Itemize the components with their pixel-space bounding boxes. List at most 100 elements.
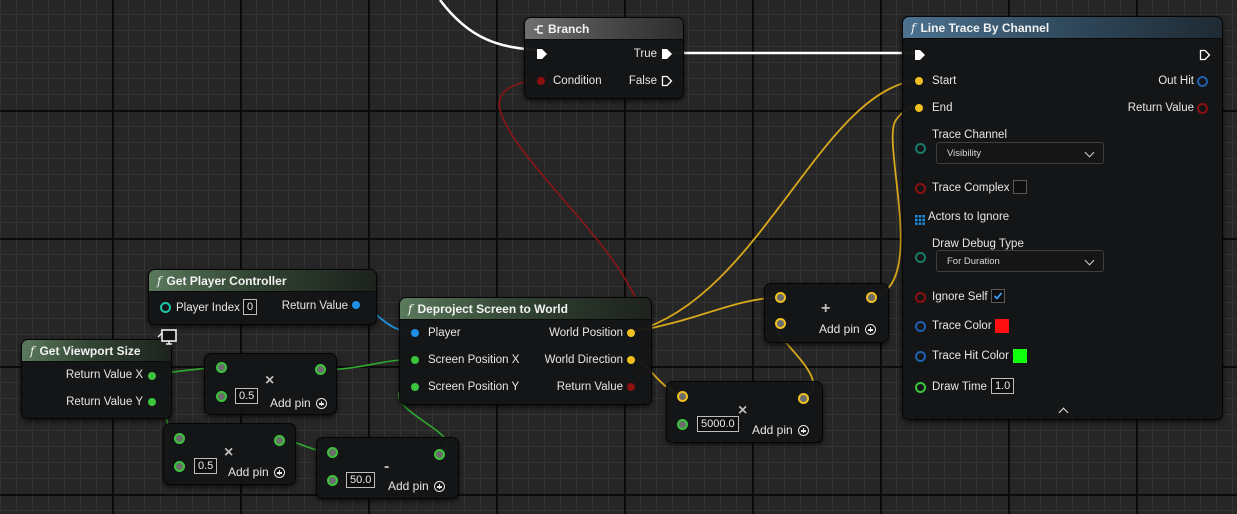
world-direction-label: World Direction <box>544 354 623 366</box>
trace-hit-color-swatch[interactable] <box>1013 349 1027 363</box>
monitor-icon <box>157 328 179 348</box>
line-trace-out-hit-label: Out Hit <box>1158 75 1194 87</box>
deproject-return-value-pin[interactable] <box>627 383 635 391</box>
subtract-op: - <box>384 458 390 475</box>
ignore-self-label: Ignore Self <box>932 291 988 303</box>
get-player-controller-node[interactable]: f Get Player Controller Player Index 0 R… <box>148 269 377 325</box>
vector-wire-worldpos-to-add <box>631 296 780 333</box>
deproject-title: Deproject Screen to World <box>417 301 568 316</box>
deproject-node[interactable]: f Deproject Screen to World Player World… <box>399 297 652 405</box>
multiply-vector-value-input[interactable]: 5000.0 <box>697 416 739 432</box>
multiply-y-value-input[interactable]: 0.5 <box>194 458 218 474</box>
player-index-pin[interactable] <box>160 302 171 313</box>
subtract-add-pin-button[interactable]: Add pin <box>388 479 445 493</box>
get-viewport-size-title: Get Viewport Size <box>39 343 141 358</box>
add-vector-output-pin[interactable] <box>866 292 877 303</box>
multiply-x-input-a-pin[interactable] <box>216 362 227 373</box>
get-player-controller-header[interactable]: f Get Player Controller <box>149 270 376 292</box>
draw-debug-type-pin[interactable] <box>915 252 926 263</box>
function-icon: f <box>30 343 35 358</box>
line-trace-out-hit-pin[interactable] <box>1197 76 1208 87</box>
player-index-label: Player Index <box>176 302 240 314</box>
draw-time-input[interactable]: 1.0 <box>991 378 1015 394</box>
trace-color-pin[interactable] <box>915 321 926 332</box>
line-trace-start-pin[interactable] <box>915 77 923 85</box>
line-trace-end-label: End <box>932 102 953 114</box>
screen-pos-y-pin[interactable] <box>411 383 419 391</box>
add-vector-add-pin-button[interactable]: Add pin <box>819 322 876 336</box>
viewport-return-x-pin[interactable] <box>148 372 156 380</box>
branch-condition-pin[interactable] <box>537 77 545 85</box>
trace-complex-checkbox[interactable] <box>1013 180 1027 194</box>
actors-to-ignore-pin[interactable] <box>915 212 925 225</box>
get-viewport-size-node[interactable]: f Get Viewport Size Return Value X Retur… <box>21 339 172 419</box>
world-position-label: World Position <box>549 327 623 339</box>
branch-icon <box>533 24 543 34</box>
draw-time-pin[interactable] <box>915 382 926 393</box>
get-viewport-size-header[interactable]: f Get Viewport Size <box>22 340 171 362</box>
ignore-self-checkbox[interactable] <box>991 289 1005 303</box>
world-position-pin[interactable] <box>627 329 635 337</box>
player-index-input[interactable]: 0 <box>243 299 258 315</box>
deproject-player-label: Player <box>428 327 461 339</box>
get-player-controller-title: Get Player Controller <box>166 273 287 288</box>
controller-return-value-pin[interactable] <box>352 301 360 309</box>
line-trace-node[interactable]: f Line Trace By Channel Start Out Hit En… <box>902 16 1223 420</box>
line-trace-end-pin[interactable] <box>915 104 923 112</box>
viewport-return-y-pin[interactable] <box>148 398 156 406</box>
draw-debug-type-dropdown[interactable]: For Duration <box>936 250 1104 272</box>
multiply-x-node[interactable]: × 0.5 Add pin <box>204 353 337 415</box>
multiply-vector-output-pin[interactable] <box>798 393 809 404</box>
checkmark-icon <box>993 292 1003 300</box>
multiply-x-value-input[interactable]: 0.5 <box>235 388 259 404</box>
line-trace-header[interactable]: f Line Trace By Channel <box>903 17 1222 39</box>
multiply-y-add-pin-button[interactable]: Add pin <box>228 465 285 479</box>
add-vector-input-a-pin[interactable] <box>775 292 786 303</box>
subtract-node[interactable]: - 50.0 Add pin <box>316 437 459 499</box>
subtract-output-pin[interactable] <box>434 449 445 460</box>
chevron-down-icon <box>1084 255 1095 266</box>
deproject-player-pin[interactable] <box>411 329 419 337</box>
add-vector-node[interactable]: + Add pin <box>764 283 889 343</box>
branch-header[interactable]: Branch <box>525 18 683 40</box>
multiply-x-output-pin[interactable] <box>315 364 326 375</box>
trace-complex-label: Trace Complex <box>932 182 1010 194</box>
draw-time-label: Draw Time <box>932 381 987 393</box>
function-icon: f <box>911 20 916 35</box>
actors-to-ignore-label: Actors to Ignore <box>928 211 1010 223</box>
chevron-up-icon[interactable] <box>1058 407 1069 418</box>
multiply-vector-input-b-pin[interactable] <box>677 419 688 430</box>
viewport-return-y-label: Return Value Y <box>66 396 143 408</box>
multiply-y-input-a-pin[interactable] <box>174 433 185 444</box>
function-icon: f <box>157 273 162 288</box>
ignore-self-pin[interactable] <box>915 292 926 303</box>
multiply-vector-input-a-pin[interactable] <box>677 391 688 402</box>
multiply-y-output-pin[interactable] <box>274 435 285 446</box>
multiply-x-add-pin-button[interactable]: Add pin <box>270 396 327 410</box>
multiply-y-node[interactable]: × 0.5 Add pin <box>163 423 296 485</box>
trace-channel-value: Visibility <box>947 148 982 159</box>
trace-channel-pin[interactable] <box>915 143 926 154</box>
line-trace-title: Line Trace By Channel <box>920 20 1050 35</box>
multiply-vector-add-pin-button[interactable]: Add pin <box>752 423 809 437</box>
line-trace-return-value-pin[interactable] <box>1197 103 1208 114</box>
add-pin-label: Add pin <box>752 423 793 437</box>
trace-complex-pin[interactable] <box>915 183 926 194</box>
trace-hit-color-pin[interactable] <box>915 351 926 362</box>
subtract-input-a-pin[interactable] <box>327 447 338 458</box>
add-vector-input-b-pin[interactable] <box>775 318 786 329</box>
multiply-y-op: × <box>224 444 234 461</box>
screen-pos-x-pin[interactable] <box>411 356 419 364</box>
deproject-header[interactable]: f Deproject Screen to World <box>400 298 651 320</box>
trace-color-swatch[interactable] <box>995 319 1009 333</box>
branch-node[interactable]: Branch True Condition False <box>524 17 684 99</box>
multiply-y-input-b-pin[interactable] <box>174 461 185 472</box>
trace-channel-dropdown[interactable]: Visibility <box>936 142 1104 164</box>
subtract-input-b-pin[interactable] <box>327 475 338 486</box>
multiply-vector-node[interactable]: × 5000.0 Add pin <box>666 381 823 443</box>
trace-hit-color-label: Trace Hit Color <box>932 350 1009 362</box>
add-pin-label: Add pin <box>270 396 311 410</box>
world-direction-pin[interactable] <box>627 356 635 364</box>
subtract-value-input[interactable]: 50.0 <box>346 472 376 488</box>
multiply-x-input-b-pin[interactable] <box>216 391 227 402</box>
